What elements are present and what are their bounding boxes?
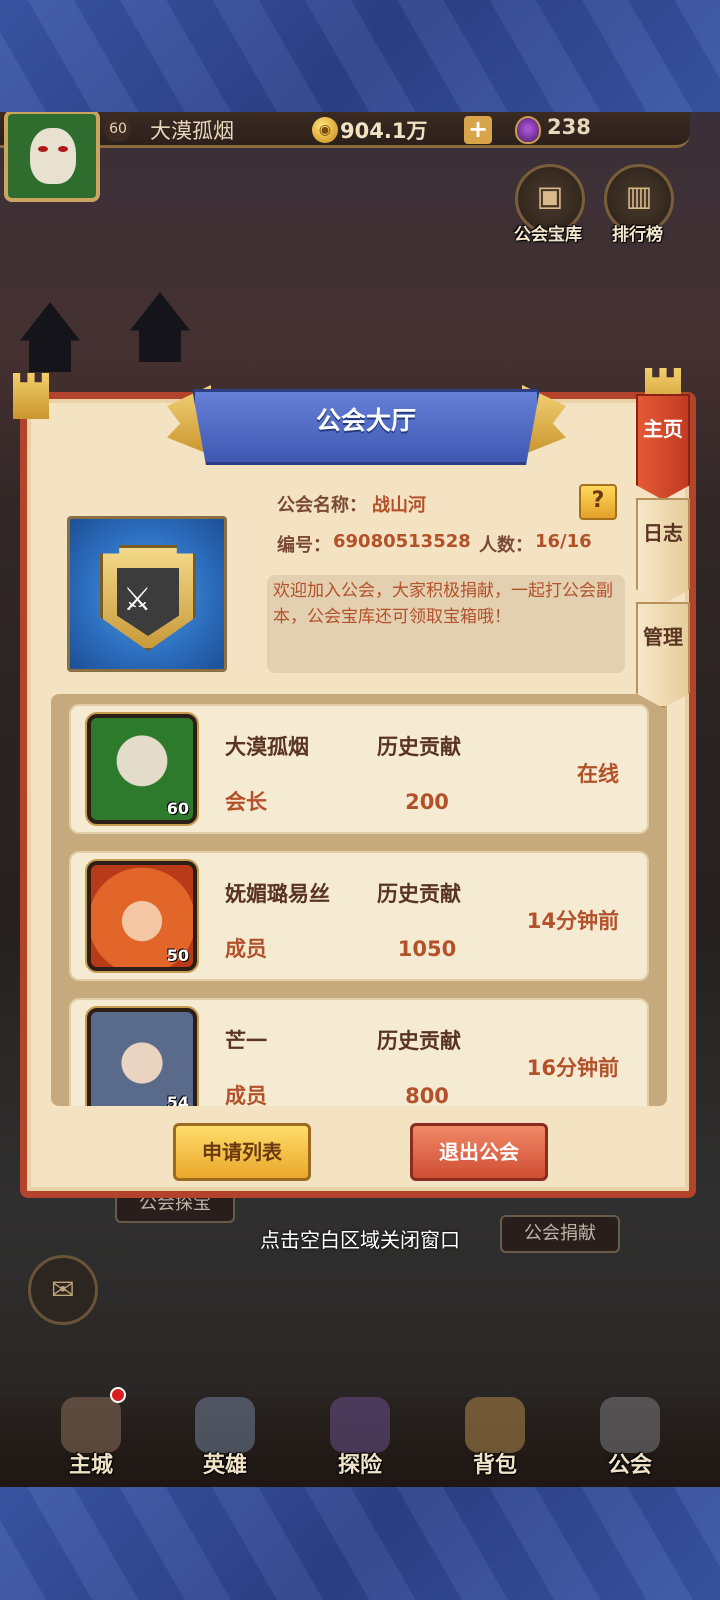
guild-hall-dialog: 公会大厅 ⚔ 公会名称： 战山河 ? 编号： 69080513528 人数： 1… <box>13 373 696 1198</box>
gold-coin-icon: ◉ <box>312 117 338 143</box>
member-name: 妩媚璐易丝 <box>225 882 330 906</box>
guild-emblem: ⚔ <box>67 516 227 672</box>
gem-icon <box>515 116 541 144</box>
member-status: 在线 <box>577 762 619 786</box>
nav-main-city[interactable]: 主城 <box>36 1387 146 1487</box>
guild-treasury-label: 公会宝库 <box>514 225 582 245</box>
tab-log[interactable]: 日志 <box>636 498 690 604</box>
castle-icon <box>61 1397 121 1453</box>
history-contribution-value: 800 <box>405 1084 449 1106</box>
crossed-swords-icon: ⚔ <box>117 568 179 636</box>
nav-guild[interactable]: 公会 <box>575 1397 685 1487</box>
player-avatar[interactable] <box>4 112 100 202</box>
bottom-nav: 主城 英雄 探险 背包 公会 <box>0 1387 720 1487</box>
top-status-bar: 60 大漠孤烟 ◉ 904.1万 + 238 <box>0 112 690 148</box>
ranking-bars-icon: ▥ <box>625 179 653 213</box>
add-gold-button[interactable]: + <box>464 116 492 144</box>
history-contribution-value: 200 <box>405 790 449 814</box>
gem-amount: 238 <box>547 115 591 139</box>
skull-mask-portrait <box>30 128 76 184</box>
notification-dot <box>110 1387 126 1403</box>
player-level: 60 <box>104 116 132 142</box>
member-role: 成员 <box>225 937 267 961</box>
member-level: 50 <box>166 946 189 965</box>
guild-name-label: 公会名称： <box>277 495 367 516</box>
member-avatar: 60 <box>87 714 197 824</box>
gold-amount: 904.1万 <box>340 119 428 143</box>
nav-heroes-label: 英雄 <box>202 1453 247 1478</box>
help-button[interactable]: ? <box>579 484 617 520</box>
member-status: 16分钟前 <box>526 1056 619 1080</box>
hero-icon <box>195 1397 255 1453</box>
nav-main-city-label: 主城 <box>68 1453 113 1478</box>
backpack-icon <box>465 1397 525 1453</box>
nav-heroes[interactable]: 英雄 <box>170 1397 280 1487</box>
game-viewport[interactable]: 60 大漠孤烟 ◉ 904.1万 + 238 ▣ 公会宝库 ▥ 排行榜 公会探宝… <box>0 112 720 1487</box>
guild-tower-icon <box>600 1397 660 1453</box>
envelope-icon: ✉ <box>51 1272 75 1306</box>
history-contribution-label: 历史贡献 <box>377 882 461 906</box>
quit-guild-button[interactable]: 退出公会 <box>410 1123 548 1181</box>
tab-manage[interactable]: 管理 <box>636 602 690 708</box>
guild-id-label: 编号： <box>277 535 331 556</box>
history-contribution-value: 1050 <box>397 937 457 961</box>
member-list[interactable]: 60 大漠孤烟 会长 历史贡献 200 在线 50 妩媚璐易丝 成员 历史贡献 … <box>51 694 667 1106</box>
letterbox-bottom <box>0 1487 720 1600</box>
guild-name: 战山河 <box>372 495 426 516</box>
ranking-label: 排行榜 <box>612 225 663 245</box>
member-status: 14分钟前 <box>526 909 619 933</box>
apply-list-button[interactable]: 申请列表 <box>173 1123 311 1181</box>
member-avatar: 54 <box>87 1008 197 1106</box>
letterbox-top <box>0 0 720 112</box>
member-row[interactable]: 50 妩媚璐易丝 成员 历史贡献 1050 14分钟前 <box>69 851 649 981</box>
nav-adventure-label: 探险 <box>337 1453 382 1478</box>
member-name: 芒一 <box>225 1029 267 1053</box>
corner-tower-ornament <box>13 373 49 419</box>
treasure-chest-icon: ▣ <box>536 179 564 213</box>
member-count-label: 人数： <box>479 535 533 556</box>
nav-backpack[interactable]: 背包 <box>440 1397 550 1487</box>
member-name: 大漠孤烟 <box>225 735 309 759</box>
member-level: 60 <box>166 799 189 818</box>
close-hint-text: 点击空白区域关闭窗口 <box>260 1228 460 1252</box>
portal-icon <box>330 1397 390 1453</box>
member-count: 16/16 <box>535 531 592 552</box>
member-avatar: 50 <box>87 861 197 971</box>
tab-home[interactable]: 主页 <box>636 394 690 500</box>
member-role: 会长 <box>225 790 267 814</box>
member-row[interactable]: 54 芒一 成员 历史贡献 800 16分钟前 <box>69 998 649 1106</box>
player-name: 大漠孤烟 <box>150 119 234 143</box>
history-contribution-label: 历史贡献 <box>377 735 461 759</box>
nav-adventure[interactable]: 探险 <box>305 1397 415 1487</box>
member-level: 54 <box>166 1093 189 1106</box>
guild-notice: 欢迎加入公会，大家积极捐献，一起打公会副本，公会宝库还可领取宝箱哦！ <box>267 575 625 673</box>
dialog-title: 公会大厅 <box>315 406 416 435</box>
shield-icon: ⚔ <box>100 545 196 651</box>
member-row[interactable]: 60 大漠孤烟 会长 历史贡献 200 在线 <box>69 704 649 834</box>
member-role: 成员 <box>225 1084 267 1106</box>
guild-id: 69080513528 <box>333 531 471 552</box>
history-contribution-label: 历史贡献 <box>377 1029 461 1053</box>
nav-backpack-label: 背包 <box>472 1453 517 1478</box>
nav-guild-label: 公会 <box>607 1453 652 1478</box>
mail-button[interactable]: ✉ <box>28 1255 98 1325</box>
